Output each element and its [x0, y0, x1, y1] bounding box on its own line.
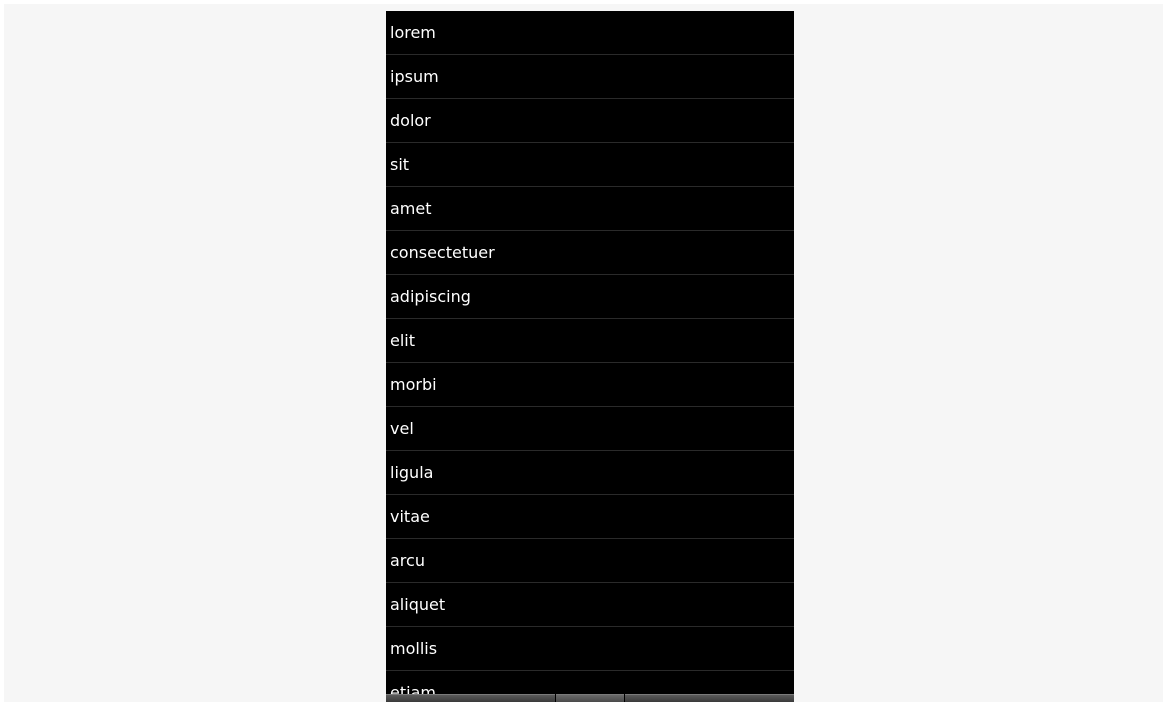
list-item-label: aliquet: [390, 595, 446, 614]
list-item[interactable]: sit: [386, 143, 794, 187]
list-item-label: sit: [390, 155, 410, 174]
device-screen: lorem ipsum dolor sit amet consectetuer …: [386, 11, 794, 702]
list-item[interactable]: vitae: [386, 495, 794, 539]
list-item[interactable]: dolor: [386, 99, 794, 143]
list-item-label: amet: [390, 199, 432, 218]
list-item[interactable]: morbi: [386, 363, 794, 407]
list-item[interactable]: ligula: [386, 451, 794, 495]
bottom-menu-bar: [386, 694, 794, 702]
list-item-label: consectetuer: [390, 243, 495, 262]
list-item-label: adipiscing: [390, 287, 471, 306]
list-item[interactable]: vel: [386, 407, 794, 451]
list-item[interactable]: arcu: [386, 539, 794, 583]
list-item[interactable]: lorem: [386, 11, 794, 55]
list-item-label: vitae: [390, 507, 430, 526]
list-item[interactable]: elit: [386, 319, 794, 363]
menu-expand-button[interactable]: [556, 694, 624, 702]
app-frame: lorem ipsum dolor sit amet consectetuer …: [4, 4, 1163, 702]
list-item[interactable]: amet: [386, 187, 794, 231]
menu-bar-left-segment[interactable]: [386, 694, 555, 702]
list-item-label: ligula: [390, 463, 434, 482]
list-item[interactable]: etiam: [386, 671, 794, 695]
list-view[interactable]: lorem ipsum dolor sit amet consectetuer …: [386, 11, 794, 695]
list-item-label: elit: [390, 331, 416, 350]
list-item[interactable]: ipsum: [386, 55, 794, 99]
list-item-label: ipsum: [390, 67, 439, 86]
list-item-label: lorem: [390, 23, 436, 42]
list-item[interactable]: mollis: [386, 627, 794, 671]
menu-bar-right-segment[interactable]: [625, 694, 794, 702]
list-item[interactable]: consectetuer: [386, 231, 794, 275]
list-item-label: morbi: [390, 375, 437, 394]
list-item-label: vel: [390, 419, 414, 438]
list-item-label: dolor: [390, 111, 431, 130]
chevron-up-icon: [583, 696, 597, 702]
list-item-label: arcu: [390, 551, 425, 570]
list-item[interactable]: adipiscing: [386, 275, 794, 319]
list-item[interactable]: aliquet: [386, 583, 794, 627]
list-item-label: mollis: [390, 639, 438, 658]
